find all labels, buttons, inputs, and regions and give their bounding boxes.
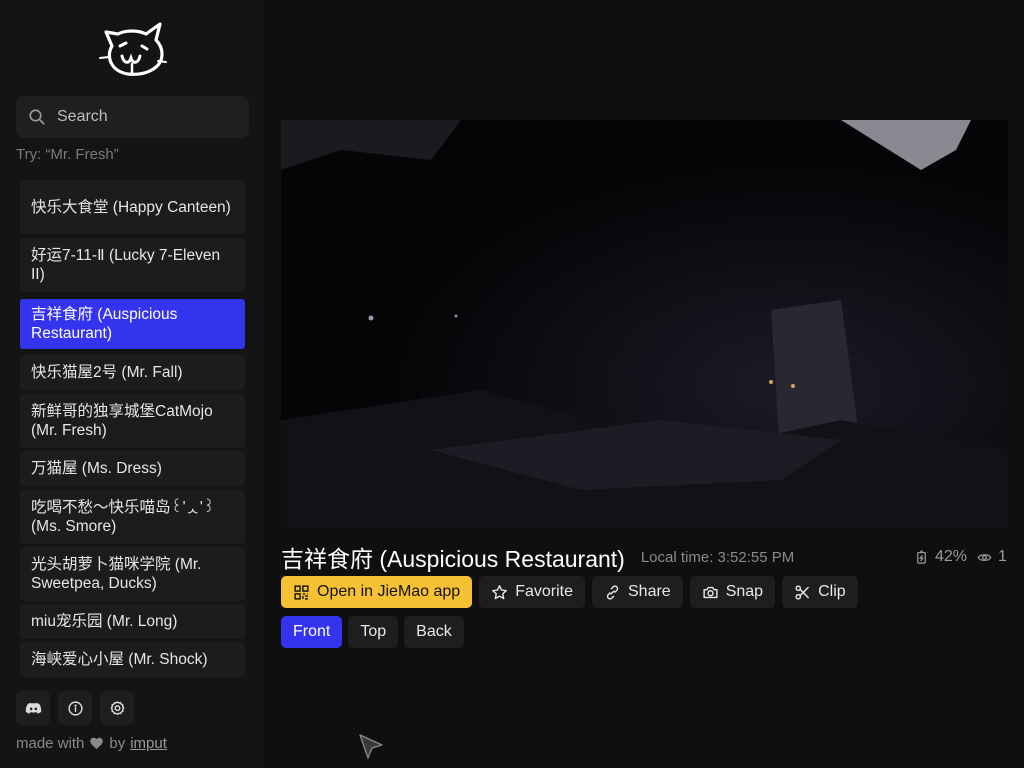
- camera-list: 快乐大食堂 (Happy Canteen) 好运7-11-Ⅱ (Lucky 7-…: [16, 172, 249, 677]
- info-button[interactable]: [58, 691, 92, 725]
- viewer-count: 1: [998, 548, 1007, 565]
- eye-icon: [977, 553, 992, 561]
- search-icon: [29, 109, 45, 125]
- snap-button[interactable]: Snap: [689, 576, 776, 608]
- discord-icon: [25, 702, 41, 714]
- camera-stats: 42% 1: [914, 542, 1024, 572]
- list-item[interactable]: 吃喝不愁～快乐喵岛꒰'ᆺ'꒱ (Ms. Smore): [20, 490, 245, 544]
- view-front-button[interactable]: Front: [281, 616, 343, 648]
- list-item[interactable]: 光头胡萝卜猫咪学院 (Mr. Sweetpea, Ducks): [20, 547, 245, 601]
- star-icon: [492, 584, 508, 599]
- list-item[interactable]: miu宠乐园 (Mr. Long): [20, 604, 245, 639]
- info-icon: [67, 700, 83, 716]
- list-item[interactable]: 万猫屋 (Ms. Dress): [20, 451, 245, 486]
- list-item[interactable]: 新鲜哥的独享城堡CatMojo (Mr. Fresh): [20, 394, 245, 448]
- view-back-button[interactable]: Back: [404, 616, 464, 648]
- list-item[interactable]: 快乐猫屋2号 (Mr. Fall): [20, 355, 245, 390]
- camera-icon: [703, 586, 718, 598]
- link-icon: [606, 584, 619, 600]
- camera-title: 吉祥食府 (Auspicious Restaurant): [281, 546, 625, 572]
- settings-icon: [110, 700, 124, 715]
- mouse-cursor-icon: [359, 734, 383, 759]
- action-buttons: Open in JieMao app Favorite Share Snap C…: [281, 576, 858, 608]
- local-time: Local time: 3:52:55 PM: [640, 548, 795, 566]
- battery-level: 42%: [935, 548, 968, 565]
- favorite-button[interactable]: Favorite: [479, 576, 585, 608]
- search-box[interactable]: [16, 96, 249, 138]
- settings-button[interactable]: [100, 691, 134, 725]
- heart-icon: [90, 737, 104, 750]
- list-item[interactable]: 快乐大食堂 (Happy Canteen): [20, 180, 245, 234]
- qr-code-icon: [294, 584, 309, 600]
- sidebar: Try: “Mr. Fresh” 快乐大食堂 (Happy Canteen) 好…: [0, 0, 264, 768]
- discord-button[interactable]: [16, 691, 50, 725]
- sidebar-bottom-icons: [16, 691, 134, 725]
- footer-credit: made with by imput: [16, 735, 167, 752]
- imput-link[interactable]: imput: [130, 735, 167, 752]
- view-selector: Front Top Back: [281, 616, 464, 648]
- share-button[interactable]: Share: [592, 576, 683, 608]
- search-input[interactable]: [57, 108, 237, 126]
- camera-info-row: 吉祥食府 (Auspicious Restaurant) Local time:…: [281, 542, 1024, 572]
- search-hint: Try: “Mr. Fresh”: [16, 146, 119, 163]
- camera-video-feed[interactable]: [281, 120, 1008, 528]
- open-in-app-button[interactable]: Open in JieMao app: [281, 576, 473, 608]
- battery-icon: [917, 550, 926, 564]
- list-item-active[interactable]: 吉祥食府 (Auspicious Restaurant): [20, 299, 245, 349]
- scissors-icon: [795, 584, 809, 600]
- list-item[interactable]: 好运7-11-Ⅱ (Lucky 7-Eleven II): [20, 238, 245, 292]
- clip-button[interactable]: Clip: [782, 576, 858, 608]
- list-item[interactable]: 海峡爱心小屋 (Mr. Shock): [20, 642, 245, 677]
- cat-logo[interactable]: [98, 16, 168, 80]
- view-top-button[interactable]: Top: [348, 616, 399, 648]
